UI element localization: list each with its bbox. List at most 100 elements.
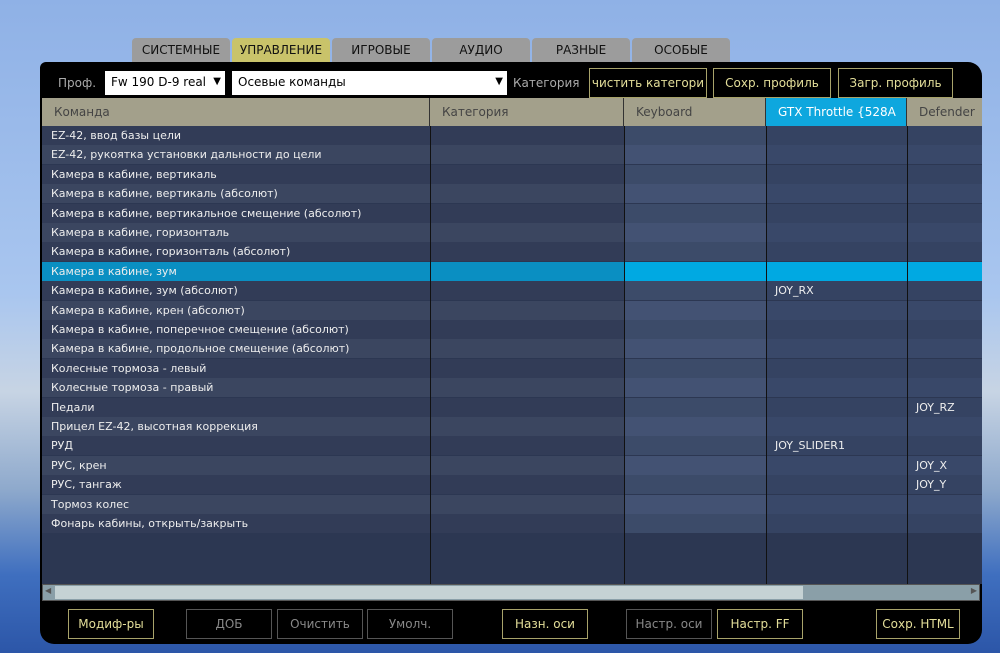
command-cell[interactable]: Прицел EZ-42, высотная коррекция xyxy=(42,417,430,436)
tab-misc[interactable]: РАЗНЫЕ xyxy=(532,38,630,62)
category-cell[interactable] xyxy=(430,514,624,533)
horizontal-scrollbar[interactable]: ◀ ▶ xyxy=(42,584,980,601)
defender-cell[interactable] xyxy=(907,242,982,262)
command-cell[interactable]: Камера в кабине, вертикаль xyxy=(42,164,430,184)
category-cell[interactable] xyxy=(430,281,624,301)
command-cell[interactable]: РУС, тангаж xyxy=(42,475,430,495)
category-cell[interactable] xyxy=(430,203,624,223)
scroll-left-icon[interactable]: ◀ xyxy=(45,586,51,595)
category-cell[interactable] xyxy=(430,436,624,456)
category-cell[interactable] xyxy=(430,320,624,339)
tab-system[interactable]: СИСТЕМНЫЕ xyxy=(132,38,230,62)
category-cell[interactable] xyxy=(430,223,624,242)
table-row[interactable]: Камера в кабине, крен (абсолют) xyxy=(42,300,982,320)
column-header-defender[interactable]: Defender xyxy=(907,98,982,126)
defender-cell[interactable]: JOY_RZ xyxy=(907,397,982,417)
table-row[interactable]: Камера в кабине, зум (абсолют) JOY_RX xyxy=(42,281,982,301)
category-cell[interactable] xyxy=(430,397,624,417)
category-cell[interactable] xyxy=(430,300,624,320)
assign-axis-button[interactable]: Назн. оси xyxy=(502,609,588,639)
table-row[interactable]: Камера в кабине, вертикаль xyxy=(42,164,982,184)
keyboard-cell[interactable] xyxy=(624,358,766,378)
gtx-cell[interactable] xyxy=(766,223,907,242)
tab-audio[interactable]: АУДИО xyxy=(432,38,530,62)
gtx-cell[interactable]: JOY_SLIDER1 xyxy=(766,436,907,456)
gtx-cell[interactable] xyxy=(766,164,907,184)
defender-cell[interactable] xyxy=(907,514,982,533)
command-cell[interactable]: РУД xyxy=(42,436,430,456)
command-cell[interactable]: EZ-42, рукоятка установки дальности до ц… xyxy=(42,145,430,165)
category-cell[interactable] xyxy=(430,339,624,359)
category-cell[interactable] xyxy=(430,184,624,204)
clear-button[interactable]: Очистить xyxy=(277,609,363,639)
command-cell[interactable]: Камера в кабине, продольное смещение (аб… xyxy=(42,339,430,359)
defender-cell[interactable] xyxy=(907,145,982,165)
command-cell[interactable]: РУС, крен xyxy=(42,455,430,475)
gtx-cell[interactable] xyxy=(766,475,907,495)
column-header-category[interactable]: Категория xyxy=(430,98,624,126)
keyboard-cell[interactable] xyxy=(624,339,766,359)
category-cell[interactable] xyxy=(430,417,624,436)
keyboard-cell[interactable] xyxy=(624,126,766,145)
gtx-cell[interactable] xyxy=(766,358,907,378)
table-row[interactable]: Фонарь кабины, открыть/закрыть xyxy=(42,514,982,533)
defender-cell[interactable] xyxy=(907,339,982,359)
command-cell[interactable]: EZ-42, ввод базы цели xyxy=(42,126,430,145)
gtx-cell[interactable] xyxy=(766,494,907,514)
command-cell[interactable]: Камера в кабине, крен (абсолют) xyxy=(42,300,430,320)
table-row[interactable]: EZ-42, рукоятка установки дальности до ц… xyxy=(42,145,982,165)
table-row[interactable]: Камера в кабине, вертикальное смещение (… xyxy=(42,203,982,223)
table-row[interactable]: Камера в кабине, продольное смещение (аб… xyxy=(42,339,982,359)
category-cell[interactable] xyxy=(430,164,624,184)
command-cell[interactable]: Фонарь кабины, открыть/закрыть xyxy=(42,514,430,533)
gtx-cell[interactable] xyxy=(766,145,907,165)
table-row[interactable]: Камера в кабине, горизонталь (абсолют) xyxy=(42,242,982,262)
category-cell[interactable] xyxy=(430,378,624,398)
tab-controls[interactable]: УПРАВЛЕНИЕ xyxy=(232,38,330,62)
scroll-right-icon[interactable]: ▶ xyxy=(971,586,977,595)
gtx-cell[interactable] xyxy=(766,455,907,475)
command-cell[interactable]: Камера в кабине, горизонталь (абсолют) xyxy=(42,242,430,262)
defender-cell[interactable] xyxy=(907,378,982,398)
category-cell[interactable] xyxy=(430,126,624,145)
gtx-cell[interactable] xyxy=(766,397,907,417)
defender-cell[interactable]: JOY_Y xyxy=(907,475,982,495)
command-cell[interactable]: Педали xyxy=(42,397,430,417)
defender-cell[interactable] xyxy=(907,494,982,514)
defender-cell[interactable] xyxy=(907,320,982,339)
axis-tune-button[interactable]: Настр. оси xyxy=(626,609,712,639)
keyboard-cell[interactable] xyxy=(624,203,766,223)
defender-cell[interactable] xyxy=(907,223,982,242)
command-cell[interactable]: Колесные тормоза - правый xyxy=(42,378,430,398)
keyboard-cell[interactable] xyxy=(624,261,766,281)
category-cell[interactable] xyxy=(430,242,624,262)
defender-cell[interactable] xyxy=(907,203,982,223)
column-header-command[interactable]: Команда xyxy=(42,98,430,126)
tab-game[interactable]: ИГРОВЫЕ xyxy=(332,38,430,62)
keyboard-cell[interactable] xyxy=(624,378,766,398)
column-header-gtx-throttle[interactable]: GTX Throttle {528A xyxy=(766,98,907,126)
keyboard-cell[interactable] xyxy=(624,494,766,514)
gtx-cell[interactable] xyxy=(766,184,907,204)
keyboard-cell[interactable] xyxy=(624,164,766,184)
defender-cell[interactable] xyxy=(907,417,982,436)
category-cell[interactable] xyxy=(430,494,624,514)
clear-category-button[interactable]: чистить категори xyxy=(589,68,707,98)
keyboard-cell[interactable] xyxy=(624,475,766,495)
default-button[interactable]: Умолч. xyxy=(367,609,453,639)
keyboard-cell[interactable] xyxy=(624,145,766,165)
column-header-keyboard[interactable]: Keyboard xyxy=(624,98,766,126)
add-button[interactable]: ДОБ xyxy=(186,609,272,639)
table-row[interactable]: Колесные тормоза - левый xyxy=(42,358,982,378)
keyboard-cell[interactable] xyxy=(624,417,766,436)
table-row[interactable]: Колесные тормоза - правый xyxy=(42,378,982,398)
defender-cell[interactable] xyxy=(907,281,982,301)
command-cell[interactable]: Камера в кабине, вертикаль (абсолют) xyxy=(42,184,430,204)
ff-tune-button[interactable]: Настр. FF xyxy=(717,609,803,639)
category-cell[interactable] xyxy=(430,358,624,378)
category-cell[interactable] xyxy=(430,455,624,475)
defender-cell[interactable]: JOY_X xyxy=(907,455,982,475)
table-row[interactable]: РУС, крен JOY_X xyxy=(42,455,982,475)
gtx-cell[interactable] xyxy=(766,378,907,398)
keyboard-cell[interactable] xyxy=(624,514,766,533)
